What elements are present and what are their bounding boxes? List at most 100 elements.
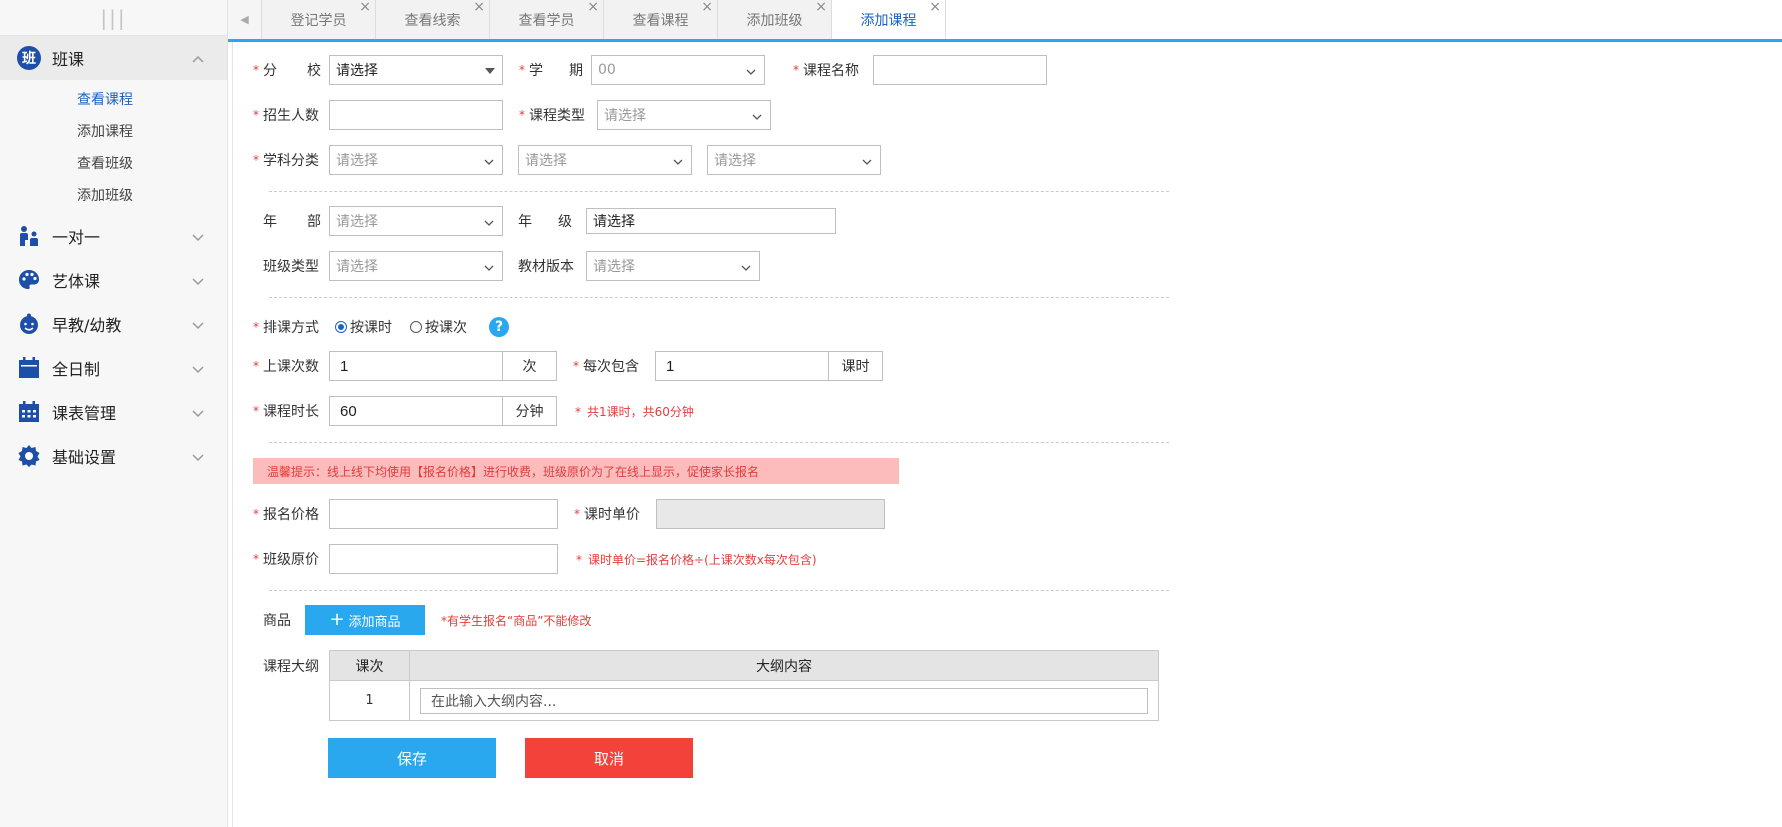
- sidebar-group-one-on-one[interactable]: 一对一: [0, 214, 227, 258]
- tab-view-leads[interactable]: 查看线索 ×: [376, 0, 490, 39]
- sessions-input[interactable]: 1: [329, 351, 503, 381]
- add-goods-button[interactable]: + 添加商品: [305, 605, 425, 635]
- palette-icon: [16, 267, 42, 293]
- tab-bar: ◀ 登记学员 × 查看线索 × 查看学员 × 查看课程 × 添加班级 × 添加课程 ×: [228, 0, 1782, 42]
- term-select[interactable]: 00: [591, 55, 765, 85]
- radio-empty-icon: [410, 321, 422, 333]
- grade-dept-select[interactable]: 请选择: [329, 206, 503, 236]
- sidebar-group-label: 班课: [52, 50, 85, 69]
- unit-price-formula-hint: * 课时单价=报名价格÷(上课次数x每次包含): [576, 552, 817, 567]
- duration-input[interactable]: 60: [329, 396, 503, 426]
- form-row-duration: * 课程时长 60 分钟 * 共1课时，共60分钟: [233, 396, 694, 426]
- enroll-count-input[interactable]: [329, 100, 503, 130]
- close-icon[interactable]: ×: [929, 0, 941, 14]
- branch-label: 分校: [263, 63, 321, 79]
- outline-table: 课次 大纲内容 1 在此输入大纲内容...: [329, 650, 1159, 721]
- sidebar-group-label: 基础设置: [52, 448, 117, 467]
- textbook-select[interactable]: 请选择: [586, 251, 760, 281]
- required-mark: *: [519, 108, 525, 122]
- form-row-basic: * 分校 请选择 * 学期 00 * 课程名称: [233, 55, 1047, 85]
- baby-face-icon: [16, 311, 42, 337]
- outline-header-index: 课次: [329, 650, 410, 681]
- tab-label: 添加班级: [746, 12, 803, 29]
- close-icon[interactable]: ×: [359, 0, 371, 14]
- sidebar-group-banke[interactable]: 班 班课: [0, 36, 227, 80]
- sidebar-item-view-class[interactable]: 查看班级: [0, 148, 227, 180]
- close-icon[interactable]: ×: [815, 0, 827, 14]
- sidebar-group-settings[interactable]: 基础设置: [0, 434, 227, 478]
- tab-label: 查看课程: [632, 12, 689, 29]
- subject-select-1[interactable]: 请选择: [329, 145, 503, 175]
- required-mark: *: [253, 359, 259, 373]
- close-icon[interactable]: ×: [701, 0, 713, 14]
- required-mark: *: [574, 507, 580, 521]
- schedule-mode-label: 排课方式: [263, 320, 319, 336]
- sidebar-item-view-course[interactable]: 查看课程: [0, 84, 227, 116]
- required-mark: *: [253, 320, 259, 334]
- required-mark: *: [253, 507, 259, 521]
- branch-select[interactable]: 请选择: [329, 55, 503, 85]
- outline-label: 课程大纲: [263, 659, 319, 675]
- tab-add-class[interactable]: 添加班级 ×: [718, 0, 832, 39]
- sidebar-group-early-edu[interactable]: 早教/幼教: [0, 302, 227, 346]
- table-row: 1 在此输入大纲内容...: [329, 680, 1159, 721]
- tab-label: 查看线索: [404, 12, 461, 29]
- radio-by-hour[interactable]: 按课时: [335, 317, 392, 337]
- class-type-select[interactable]: 请选择: [329, 251, 503, 281]
- grade-select[interactable]: 请选择: [586, 208, 836, 234]
- tab-view-students[interactable]: 查看学员 ×: [490, 0, 604, 39]
- subject-select-2[interactable]: 请选择: [518, 145, 692, 175]
- subject-label: 学科分类: [263, 153, 319, 169]
- sidebar-item-add-class[interactable]: 添加班级: [0, 180, 227, 212]
- sidebar-group-full-time[interactable]: 全日制: [0, 346, 227, 390]
- textbook-label: 教材版本: [518, 259, 574, 275]
- required-mark: *: [573, 359, 579, 373]
- tab-register-student[interactable]: 登记学员 ×: [262, 0, 376, 39]
- section-divider: [269, 297, 1169, 298]
- gear-icon: [16, 443, 42, 469]
- sidebar-collapse-handle[interactable]: |||: [0, 0, 227, 36]
- per-session-unit: 课时: [829, 351, 883, 381]
- section-divider: [269, 590, 1169, 591]
- chevron-down-icon: [484, 155, 494, 165]
- class-type-label: 班级类型: [263, 259, 319, 275]
- save-button[interactable]: 保存: [328, 738, 496, 778]
- radio-by-session[interactable]: 按课次: [410, 317, 467, 337]
- tab-scroll-left-button[interactable]: ◀: [228, 0, 262, 39]
- enroll-count-label: 招生人数: [263, 108, 319, 124]
- chevron-down-icon: [673, 155, 683, 165]
- tab-label: 查看学员: [518, 12, 575, 29]
- per-session-label: 每次包含: [583, 359, 639, 375]
- grade-label: 年级: [518, 214, 572, 230]
- sessions-unit: 次: [503, 351, 557, 381]
- course-type-label: 课程类型: [529, 108, 585, 124]
- per-session-input[interactable]: 1: [655, 351, 829, 381]
- required-mark: *: [253, 108, 259, 122]
- course-type-select[interactable]: 请选择: [597, 100, 771, 130]
- chevron-down-icon: [191, 361, 205, 375]
- reg-price-input[interactable]: [329, 499, 558, 529]
- tab-add-course[interactable]: 添加课程 ×: [832, 0, 946, 39]
- pricing-tip-banner: 温馨提示：线上线下均使用【报名价格】进行收费，班级原价为了在线上显示，促使家长报…: [253, 458, 899, 484]
- tab-view-courses[interactable]: 查看课程 ×: [604, 0, 718, 39]
- close-icon[interactable]: ×: [473, 0, 485, 14]
- sidebar-group-schedule[interactable]: 课表管理: [0, 390, 227, 434]
- subject-select-3[interactable]: 请选择: [707, 145, 881, 175]
- cancel-button[interactable]: 取消: [525, 738, 693, 778]
- course-name-input[interactable]: [873, 55, 1047, 85]
- sidebar-group-art[interactable]: 艺体课: [0, 258, 227, 302]
- form-row-class-type: 班级类型 请选择 教材版本 请选择: [233, 251, 760, 281]
- sidebar-group-label: 全日制: [52, 360, 101, 379]
- form-row-goods: 商品 + 添加商品 *有学生报名“商品”不能修改: [233, 605, 591, 635]
- tab-label: 添加课程: [860, 12, 917, 29]
- outline-content-input[interactable]: 在此输入大纲内容...: [420, 687, 1148, 714]
- add-course-form: * 分校 请选择 * 学期 00 * 课程名称 * 招生人数 * 课程类型 请选…: [232, 42, 1782, 827]
- orig-price-input[interactable]: [329, 544, 558, 574]
- sidebar-item-add-course[interactable]: 添加课程: [0, 116, 227, 148]
- close-icon[interactable]: ×: [587, 0, 599, 14]
- help-icon[interactable]: ?: [489, 317, 509, 337]
- sidebar: ||| 班 班课 查看课程 添加课程 查看班级 添加班级 一对一 艺体课 早教/…: [0, 0, 228, 827]
- chevron-down-icon: [191, 273, 205, 287]
- form-row-grade: 年部 请选择 年级 请选择: [233, 206, 836, 236]
- chevron-down-icon: [746, 65, 756, 75]
